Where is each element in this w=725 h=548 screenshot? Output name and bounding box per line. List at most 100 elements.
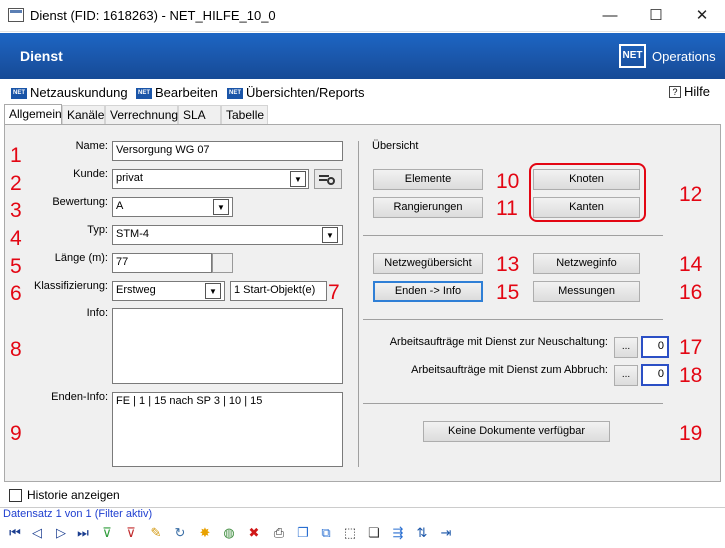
globe-icon[interactable]: ◍ — [220, 524, 238, 542]
annotation-16: 16 — [679, 281, 703, 304]
window-title: Dienst (FID: 1618263) - NET_HILFE_10_0 — [30, 8, 276, 23]
laenge-label: Länge (m): — [54, 252, 108, 264]
net-icon: NET — [227, 88, 243, 100]
new-record-icon[interactable]: ✸ — [196, 524, 214, 542]
auftraege-neuschaltung-label: Arbeitsaufträge mit Dienst zur Neuschalt… — [389, 336, 608, 348]
chevron-down-icon[interactable]: ▼ — [322, 227, 338, 243]
duplicate-icon[interactable]: ⧉ — [317, 524, 335, 542]
divider — [363, 403, 663, 404]
history-label: Historie anzeigen — [27, 488, 120, 502]
net-icon: NET — [136, 88, 152, 100]
annotation-11: 11 — [496, 197, 518, 220]
exit-icon[interactable]: ⇥ — [437, 524, 455, 542]
dokumente-button[interactable]: Keine Dokumente verfügbar — [423, 421, 610, 442]
tab-tabelle[interactable]: Tabelle — [221, 105, 268, 124]
net-logo: NET — [619, 44, 646, 68]
annotation-4: 4 — [10, 227, 22, 250]
klassifizierung-label: Klassifizierung: — [34, 280, 108, 292]
help-button[interactable]: ? Hilfe — [669, 84, 710, 99]
netzweguebersicht-button[interactable]: Netzwegübersicht — [373, 253, 483, 274]
overview-title: Übersicht — [372, 140, 419, 152]
select-icon[interactable]: ⬚ — [341, 524, 359, 542]
enden-info-label: Enden-Info: — [51, 391, 108, 403]
annotation-2: 2 — [10, 172, 22, 195]
annotation-5: 5 — [10, 255, 22, 278]
tab-allgemein[interactable]: Allgemein — [4, 104, 62, 125]
print-icon[interactable]: ⎙ — [270, 524, 288, 542]
messungen-button[interactable]: Messungen — [533, 281, 640, 302]
filter-add-icon[interactable]: ⊽ — [98, 524, 116, 542]
enden-info-textarea[interactable]: FE | 1 | 15 nach SP 3 | 10 | 15 — [112, 392, 343, 467]
annotation-18: 18 — [679, 364, 703, 387]
close-button[interactable]: ✕ — [679, 0, 725, 32]
net-icon: NET — [11, 88, 27, 100]
tab-verrechnung[interactable]: Verrechnung — [105, 105, 178, 124]
annotation-10: 10 — [496, 170, 520, 193]
help-icon: ? — [669, 86, 681, 98]
bewertung-label: Bewertung: — [52, 196, 108, 208]
first-record-icon[interactable]: ⏮ — [6, 524, 24, 542]
name-label: Name: — [75, 140, 108, 152]
window-icon[interactable]: ❏ — [365, 524, 383, 542]
annotation-19: 19 — [679, 422, 703, 445]
sort-icon[interactable]: ⇅ — [413, 524, 431, 542]
info-textarea[interactable] — [112, 308, 343, 384]
netzweginfo-button[interactable]: Netzweginfo — [533, 253, 640, 274]
auftraege-neuschaltung-count: 0 — [641, 336, 669, 358]
tab-sla[interactable]: SLA — [178, 105, 221, 124]
menu-netzauskundung[interactable]: NET Netzauskundung — [11, 85, 128, 100]
filter-remove-icon[interactable]: ⊽ — [122, 524, 140, 542]
dialog-header: Dienst NET Operations — [0, 33, 725, 79]
brand-name: Operations — [652, 49, 716, 64]
auftraege-neuschaltung-button[interactable]: ... — [614, 337, 638, 358]
start-objekt-field: 1 Start-Objekt(e) — [230, 281, 327, 301]
kunde-label: Kunde: — [73, 168, 108, 180]
annotation-14: 14 — [679, 253, 703, 276]
menu-bar: NET Netzauskundung NET Bearbeiten NET Übers… — [0, 81, 725, 103]
laenge-field[interactable]: 77 — [112, 253, 212, 273]
copy-icon[interactable]: ❐ — [294, 524, 312, 542]
record-status: Datensatz 1 von 1 (Filter aktiv) — [3, 508, 153, 520]
kunde-select[interactable]: privat — [112, 169, 309, 189]
chevron-down-icon[interactable]: ▼ — [290, 171, 306, 187]
last-record-icon[interactable]: ⏭ — [74, 524, 92, 542]
chevron-down-icon[interactable]: ▼ — [205, 283, 221, 299]
rangierungen-button[interactable]: Rangierungen — [373, 197, 483, 218]
title-bar: Dienst (FID: 1618263) - NET_HILFE_10_0 —… — [0, 0, 725, 32]
highlight-frame — [529, 163, 646, 222]
refresh-icon[interactable]: ↻ — [171, 524, 189, 542]
typ-select[interactable]: STM-4 — [112, 225, 343, 245]
laenge-unit-box — [212, 253, 233, 273]
maximize-button[interactable]: ☐ — [633, 0, 679, 32]
edit-pencil-icon[interactable]: ✎ — [147, 524, 165, 542]
panel-divider — [358, 141, 359, 467]
next-record-icon[interactable]: ▷ — [52, 524, 70, 542]
annotation-13: 13 — [496, 253, 520, 276]
minimize-button[interactable]: — — [587, 0, 633, 32]
chevron-down-icon[interactable]: ▼ — [213, 199, 229, 215]
auftraege-abbruch-button[interactable]: ... — [614, 365, 638, 386]
divider — [363, 235, 663, 236]
annotation-9: 9 — [10, 422, 22, 445]
annotation-17: 17 — [679, 336, 703, 359]
annotation-8: 8 — [10, 338, 22, 361]
delete-icon[interactable]: ✖ — [245, 524, 263, 542]
typ-label: Typ: — [87, 224, 108, 236]
annotation-7: 7 — [328, 281, 340, 304]
menu-uebersichten[interactable]: NET Übersichten/Reports — [227, 85, 365, 100]
search-list-icon[interactable] — [314, 169, 342, 189]
previous-record-icon[interactable]: ◁ — [28, 524, 46, 542]
elemente-button[interactable]: Elemente — [373, 169, 483, 190]
annotation-15: 15 — [496, 281, 520, 304]
annotation-3: 3 — [10, 199, 22, 222]
network-icon[interactable]: ⇶ — [389, 524, 407, 542]
history-checkbox[interactable] — [9, 489, 22, 502]
annotation-12: 12 — [679, 183, 703, 206]
menu-bearbeiten[interactable]: NET Bearbeiten — [136, 85, 218, 100]
app-icon — [8, 8, 24, 22]
tab-kanaele[interactable]: Kanäle — [62, 105, 105, 124]
header-title: Dienst — [20, 48, 63, 64]
name-field[interactable]: Versorgung WG 07 — [112, 141, 343, 161]
annotation-6: 6 — [10, 282, 22, 305]
enden-info-button[interactable]: Enden -> Info — [373, 281, 483, 302]
